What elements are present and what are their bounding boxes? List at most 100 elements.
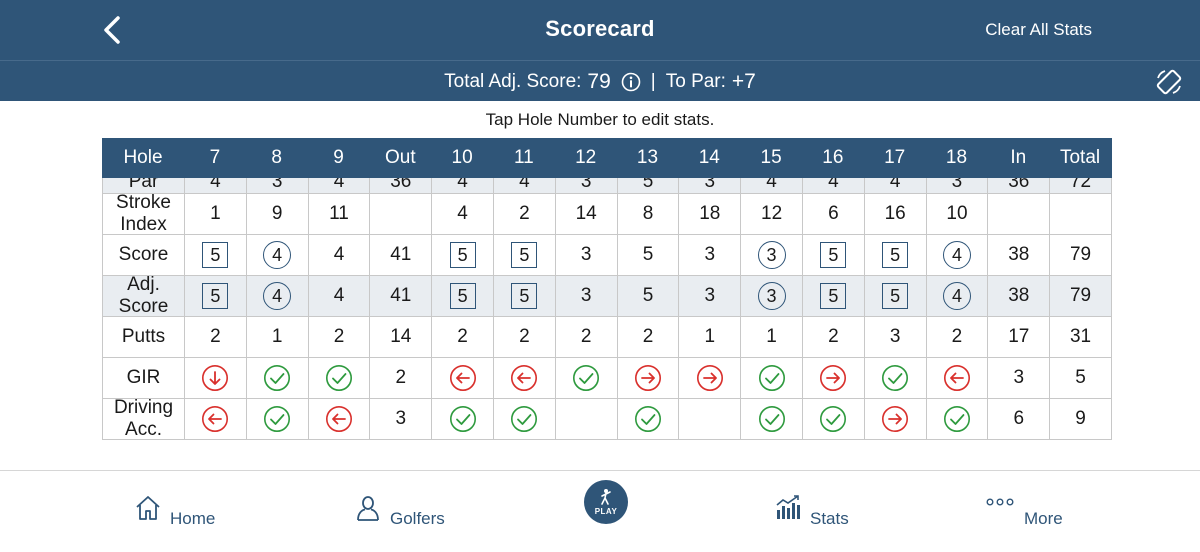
table-cell: 5 [618, 235, 680, 275]
birdie-circle: 4 [263, 282, 292, 310]
cell-value: 38 [1008, 244, 1030, 265]
column-header-10[interactable]: 10 [431, 138, 493, 178]
table-cell: 11 [309, 194, 371, 234]
column-header-17[interactable]: 17 [864, 138, 926, 178]
table-cell: 5 [494, 276, 556, 316]
column-header-15[interactable]: 15 [740, 138, 802, 178]
scorecard-table: Hole 7 8 9 Out 10 11 12 13 14 15 16 17 18 In Total Par 4… [102, 138, 1112, 440]
column-header-11[interactable]: 11 [493, 138, 555, 178]
cell-value: 4 [519, 178, 530, 192]
adj-score-row: Adj. Score 5 4 4 41 5 5 3 5 3 3 5 5 4 38 79 [103, 274, 1112, 317]
check-icon [264, 365, 291, 391]
bogey-square: 5 [449, 283, 476, 309]
arrow-left-icon [449, 365, 476, 391]
column-header-16[interactable]: 16 [802, 138, 864, 178]
column-header-7[interactable]: 7 [184, 138, 246, 178]
stroke-index-row: Stroke Index 1 9 11 4 2 14 8 18 12 6 16 10 [103, 192, 1112, 235]
column-header-12[interactable]: 12 [555, 138, 617, 178]
rotate-screen-button[interactable] [1154, 67, 1184, 97]
table-cell: 4 [927, 276, 989, 316]
cell-value: 3 [580, 244, 592, 265]
par-cell: 4 [185, 178, 247, 193]
table-cell [1050, 194, 1112, 234]
edit-instruction: Tap Hole Number to edit stats. [485, 110, 715, 129]
cell-value: 2 [519, 326, 530, 347]
cell-value: 2 [580, 326, 592, 347]
table-cell: 3 [679, 235, 742, 275]
table-cell [247, 399, 309, 439]
birdie-circle: 3 [757, 241, 786, 269]
cell-value: 4 [766, 178, 777, 192]
par-cell: 4 [309, 178, 371, 193]
table-cell: 9 [247, 194, 309, 234]
tab-play-label: PLAY [594, 507, 618, 516]
table-cell: 4 [247, 235, 309, 275]
tab-play[interactable]: PLAY [584, 480, 628, 524]
score-summary: Total Adj. Score: 79 | To Par: +7 [0, 70, 1200, 94]
cell-value: 5 [642, 178, 654, 192]
cell-value: 5 [642, 244, 654, 265]
cell-value: 9 [1075, 408, 1086, 429]
cell-value: 1 [704, 326, 716, 347]
table-cell: 4 [309, 276, 371, 316]
table-cell [618, 399, 680, 439]
row-label: Driving Acc. [103, 397, 185, 440]
table-cell: 4 [432, 194, 494, 234]
cell-value: 5 [519, 244, 530, 265]
check-icon [264, 406, 291, 432]
table-cell: 3 [370, 399, 433, 439]
cell-value: 5 [1075, 367, 1086, 388]
cell-value: 4 [210, 178, 221, 192]
cell-value: 3 [704, 244, 716, 265]
birdie-circle: 4 [942, 282, 971, 310]
table-cell: 2 [185, 317, 247, 357]
table-cell: 3 [741, 276, 803, 316]
column-header-18[interactable]: 18 [926, 138, 988, 178]
cell-value: 2 [457, 326, 468, 347]
cell-value: 3 [704, 285, 716, 306]
check-icon [325, 365, 352, 391]
tab-stats[interactable]: Stats [774, 487, 849, 529]
clear-all-stats-button[interactable]: Clear All Stats [985, 20, 1092, 40]
cell-value: 9 [271, 203, 283, 224]
table-cell: 1 [185, 194, 247, 234]
table-cell: 1 [247, 317, 309, 357]
tab-golfers[interactable]: Golfers [354, 487, 445, 529]
birdie-circle: 4 [942, 241, 971, 269]
row-label: Stroke Index [103, 192, 185, 235]
cell-value: 79 [1069, 285, 1092, 306]
table-cell: 31 [1050, 317, 1112, 357]
par-cell: 72 [1050, 178, 1112, 193]
table-cell: 79 [1050, 235, 1112, 275]
more-dots-icon [986, 498, 1014, 506]
table-cell: 2 [309, 317, 371, 357]
column-header-9[interactable]: 9 [308, 138, 370, 178]
table-cell: 4 [927, 235, 989, 275]
cell-value: 3 [889, 326, 901, 347]
info-icon[interactable] [621, 72, 641, 92]
cell-value: 36 [390, 178, 412, 192]
cell-value: 2 [951, 326, 963, 347]
cell-value: 31 [1069, 326, 1092, 347]
tab-more[interactable]: More [986, 487, 1063, 529]
total-adj-score-label: Total Adj. Score: [444, 71, 582, 92]
column-header-8[interactable]: 8 [246, 138, 308, 178]
score-summary-bar: Total Adj. Score: 79 | To Par: +7 [0, 60, 1200, 101]
column-header-14[interactable]: 14 [678, 138, 740, 178]
bogey-square: 5 [202, 242, 229, 268]
tab-home[interactable]: Home [134, 487, 215, 529]
table-header-row: Hole 7 8 9 Out 10 11 12 13 14 15 16 17 18 In Total [102, 138, 1112, 178]
arrow-left-icon [202, 406, 229, 432]
bogey-square: 5 [449, 242, 476, 268]
arrow-left-icon [943, 365, 970, 391]
check-icon [634, 406, 661, 432]
cell-value: 6 [828, 203, 839, 224]
cell-value: 2 [395, 367, 407, 388]
table-cell: 5 [185, 235, 247, 275]
table-cell [432, 358, 494, 398]
table-cell [927, 399, 989, 439]
putts-row: Putts 2 1 2 14 2 2 2 2 1 1 2 3 2 17 31 [103, 317, 1112, 358]
row-label: Putts [103, 317, 185, 357]
column-header-13[interactable]: 13 [617, 138, 679, 178]
cell-value: 4 [333, 244, 345, 265]
